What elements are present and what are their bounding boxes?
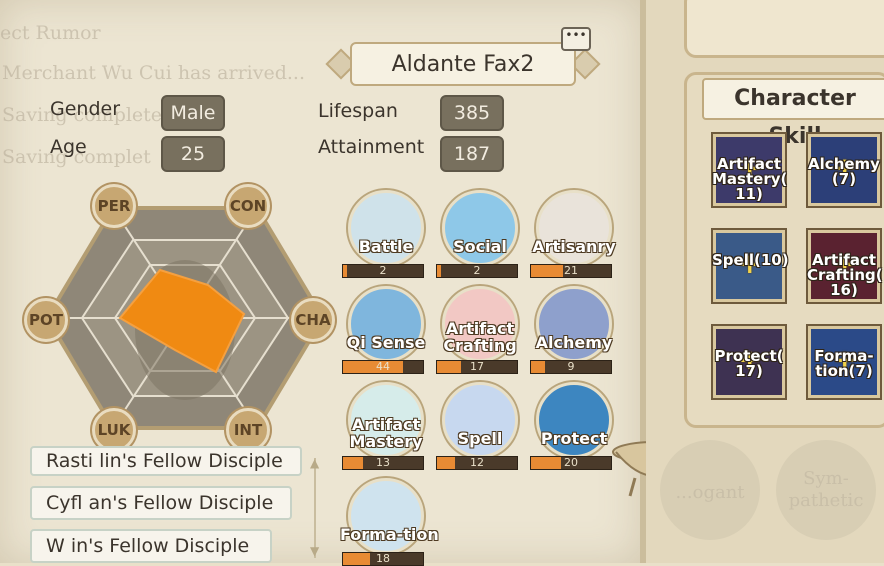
top-right-frame [684,0,884,58]
skill-social[interactable]: Social 2 [436,190,518,278]
skill-alchemy[interactable]: Alchemy 9 [530,286,612,374]
character-name: Aldante Fax2 [391,51,535,77]
plate-right-ornament [569,48,601,80]
attribute-hexagon [44,206,326,430]
attainment-label: Attainment [318,136,425,158]
plate-left-ornament [325,48,357,80]
gender-label: Gender [50,98,121,120]
skill-spell[interactable]: Spell 12 [436,382,518,470]
skill-progress-bar: 12 [436,456,518,470]
skill-label: Battle [358,237,414,256]
skill-progress-bar: 2 [436,264,518,278]
scroll-down-icon[interactable]: ▼ [310,544,319,558]
disciple-item[interactable]: W in's Fellow Disciple [30,529,272,563]
character-skill-card[interactable]: + Protect( 17) [713,326,785,398]
skill-progress-bar: 21 [530,264,612,278]
lifespan-label: Lifespan [318,100,398,122]
skill-artifact-mastery[interactable]: Artifact Mastery 13 [342,382,424,470]
character-skill-card[interactable]: + Forma- tion(7) [808,326,880,398]
skill-value: 9 [567,360,575,373]
skill-battle[interactable]: Battle 2 [342,190,424,278]
skill-artifact-crafting[interactable]: Artifact Crafting 17 [436,286,518,374]
stat-per-badge: PER [92,184,136,228]
skill-progress-bar: 17 [436,360,518,374]
skill-forma-tion[interactable]: Forma-tion 18 [340,478,439,566]
skill-value: 12 [470,456,484,469]
stat-con-badge: CON [226,184,270,228]
option-label: ...ogant [675,482,745,503]
character-skill-label: Artifact Crafting( 16) [807,251,883,299]
stat-pot-badge: POT [24,298,68,342]
gender-value: Male [161,95,225,131]
skill-progress-bar: 9 [530,360,612,374]
age-value: 25 [161,136,225,172]
log-line: Merchant Wu Cui has arrived... [2,62,306,84]
speech-bubble-icon[interactable]: ••• [561,27,591,51]
skill-value: 21 [564,264,578,277]
skill-value: 2 [473,264,481,277]
disciple-item[interactable]: Cyfl an's Fellow Disciple [30,486,292,520]
character-name-plate: Aldante Fax2 [350,42,576,86]
skill-value: 17 [470,360,484,373]
character-skill-card[interactable]: + Artifact Crafting( 16) [807,230,883,302]
disciple-item[interactable]: Rasti lin's Fellow Disciple [30,446,302,476]
skill-value: 18 [376,552,390,565]
skill-label: Forma-tion [340,525,439,544]
skill-label: Spell [457,429,503,448]
option-circle[interactable]: Sym- pathetic [776,440,876,540]
option-label: Sym- pathetic [788,468,864,511]
skill-protect[interactable]: Protect 20 [530,382,612,470]
skill-value: 20 [564,456,578,469]
character-skill-label: Alchemy (7) [808,155,880,188]
attainment-value: 187 [440,136,504,172]
character-skill-label: Spell(10) [712,251,789,269]
scroll-up-icon[interactable]: ▲ [310,456,319,470]
disciple-name: W in's Fellow Disciple [46,535,250,557]
skill-artisanry[interactable]: Artisanry 21 [530,190,616,278]
log-line: ect Rumor [0,22,101,44]
stat-cha-badge: CHA [291,298,335,342]
skill-value: 2 [379,264,387,277]
character-skill-card[interactable]: + Alchemy (7) [808,134,880,206]
skill-progress-bar: 20 [530,456,612,470]
skill-label: Social [453,237,507,256]
skill-qi-sense[interactable]: Qi Sense 44 [342,286,425,374]
skill-label: Alchemy [535,333,613,352]
skill-label: Artisanry [532,237,616,256]
disciple-name: Rasti lin's Fellow Disciple [46,450,283,472]
age-label: Age [50,136,87,158]
skill-value: 44 [376,360,390,373]
skill-label: Artifact Mastery [349,415,423,451]
skill-label: Artifact Crafting [443,319,517,355]
skill-progress-bar: 44 [342,360,424,374]
character-skill-label: Protect( 17) [714,347,784,380]
skill-progress-bar: 13 [342,456,424,470]
skill-label: Qi Sense [346,333,426,352]
skill-label: Protect [540,429,608,448]
character-skill-card[interactable]: + Spell(10) [712,230,789,302]
character-skill-card[interactable]: + Artifact Mastery( 11) [712,134,788,206]
character-skill-title: Character Skill [702,78,884,149]
character-skill-label: Forma- tion(7) [814,347,874,380]
disciple-name: Cyfl an's Fellow Disciple [46,492,274,514]
option-circle[interactable]: ...ogant [660,440,760,540]
skill-progress-bar: 2 [342,264,424,278]
disciple-scrollbar[interactable] [314,458,324,558]
skill-progress-bar: 18 [342,552,424,566]
character-skill-label: Artifact Mastery( 11) [712,155,788,203]
lifespan-value: 385 [440,95,504,131]
skill-value: 13 [376,456,390,469]
